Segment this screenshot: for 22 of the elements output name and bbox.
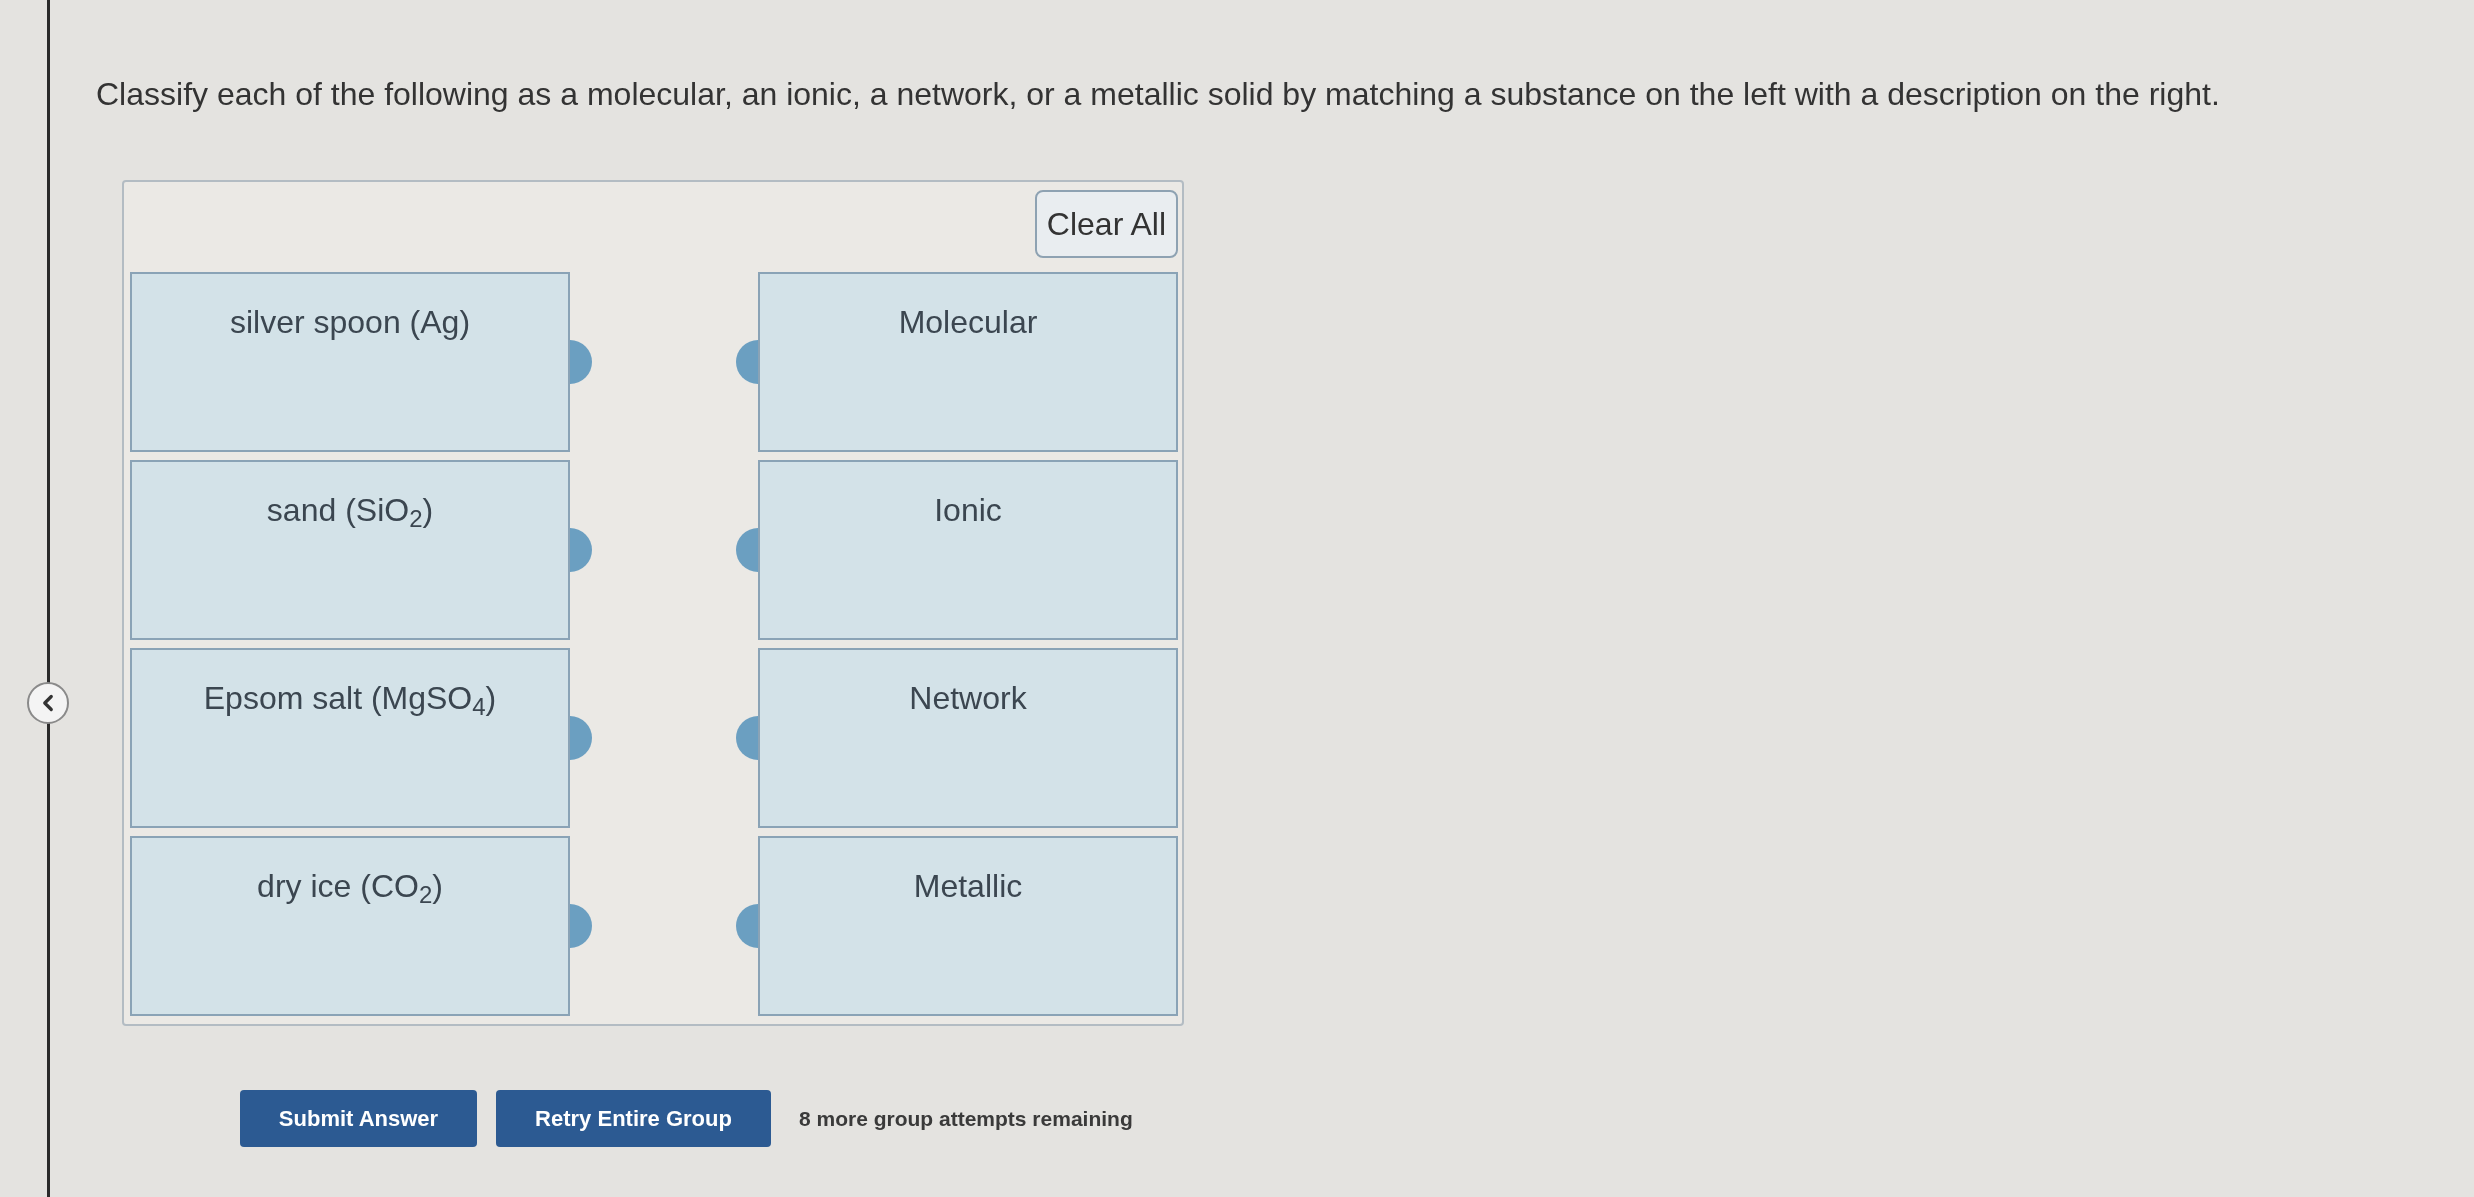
connector-handle-icon[interactable]	[570, 904, 592, 948]
collapse-button[interactable]	[27, 682, 69, 724]
question-text: Classify each of the following as a molecular, an ionic, a network, or a metallic solid by matching a substance on the left with a description on the right.	[96, 75, 2220, 114]
connector-handle-icon[interactable]	[570, 716, 592, 760]
substance-card[interactable]: Epsom salt (MgSO$_{4}$)	[130, 648, 570, 828]
submit-answer-button[interactable]: Submit Answer	[240, 1090, 477, 1147]
substance-card[interactable]: dry ice (CO$_{2}$)	[130, 836, 570, 1016]
clear-all-button[interactable]: Clear All	[1034, 190, 1178, 258]
attempts-remaining-text: 8 more group attempts remaining	[799, 1105, 1133, 1132]
category-card[interactable]: Ionic	[758, 460, 1178, 640]
connector-handle-icon[interactable]	[570, 528, 592, 572]
connector-handle-icon[interactable]	[736, 904, 758, 948]
retry-group-button[interactable]: Retry Entire Group	[496, 1090, 771, 1147]
connector-handle-icon[interactable]	[736, 340, 758, 384]
category-card[interactable]: Network	[758, 648, 1178, 828]
substance-card[interactable]: silver spoon (Ag)	[130, 272, 570, 452]
connector-handle-icon[interactable]	[736, 716, 758, 760]
substance-card[interactable]: sand (SiO$_{2}$)	[130, 460, 570, 640]
connector-handle-icon[interactable]	[736, 528, 758, 572]
connector-handle-icon[interactable]	[570, 340, 592, 384]
category-card[interactable]: Metallic	[758, 836, 1178, 1016]
category-card[interactable]: Molecular	[758, 272, 1178, 452]
